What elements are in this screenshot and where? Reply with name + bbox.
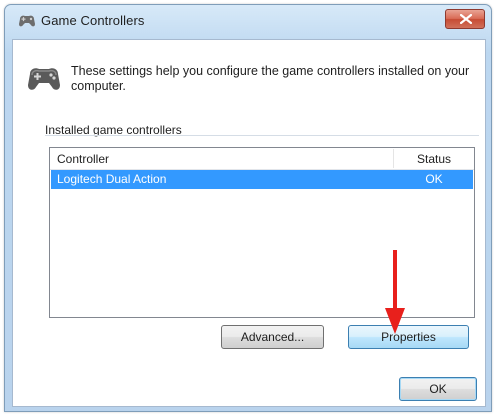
arrow-down-icon — [383, 250, 407, 334]
window-title: Game Controllers — [41, 13, 145, 28]
column-header-controller[interactable]: Controller — [57, 152, 109, 166]
list-header: Controller Status — [50, 148, 474, 170]
controller-name: Logitech Dual Action — [57, 172, 167, 186]
group-divider — [45, 135, 479, 136]
properties-button[interactable]: Properties — [348, 325, 469, 349]
gamepad-icon — [25, 64, 63, 94]
list-item[interactable]: Logitech Dual Action OK — [51, 170, 473, 189]
title-bar[interactable]: Game Controllers — [5, 5, 491, 37]
controllers-list[interactable]: Controller Status Logitech Dual Action O… — [49, 147, 475, 318]
advanced-button[interactable]: Advanced... — [221, 325, 324, 349]
dialog-content: These settings help you configure the ga… — [12, 39, 486, 407]
ok-button[interactable]: OK — [399, 377, 477, 401]
close-icon — [460, 14, 472, 24]
gamepad-icon — [17, 14, 37, 28]
close-button[interactable] — [445, 9, 485, 29]
description-text: These settings help you configure the ga… — [71, 64, 470, 93]
column-header-status[interactable]: Status — [394, 152, 474, 166]
controller-status: OK — [425, 172, 443, 186]
game-controllers-window: Game Controllers These settings help you… — [4, 4, 492, 412]
